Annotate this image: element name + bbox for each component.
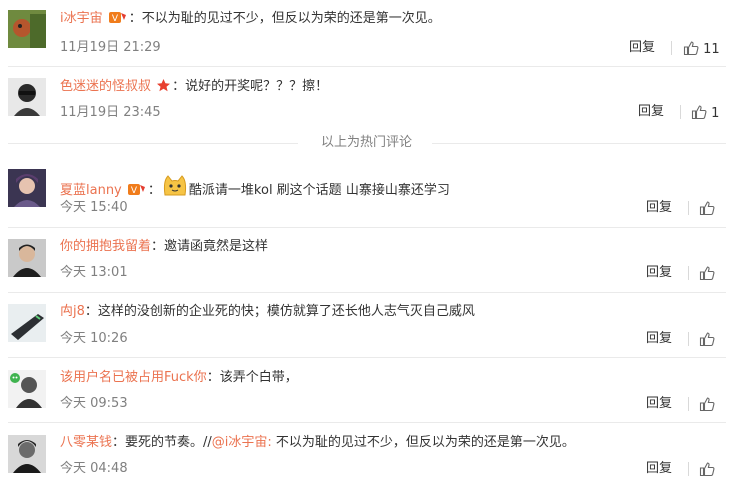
like-button[interactable]: 11	[683, 40, 720, 58]
reply-button[interactable]: 回复	[638, 104, 664, 120]
divider	[8, 357, 726, 358]
reply-button[interactable]: 回复	[646, 461, 672, 477]
mention-link[interactable]: @i冰宇宙:	[212, 435, 272, 450]
thumb-up-icon	[699, 332, 715, 347]
like-button[interactable]: 1	[691, 104, 719, 122]
username-link[interactable]: 夏蓝lanny	[60, 183, 122, 198]
comment-text: 该弄个白带，	[219, 370, 298, 385]
comment-text: 不以为耻的见过不少，但反以为荣的还是第一次见。	[141, 11, 441, 26]
vip-badge-icon: V	[108, 10, 128, 31]
reply-button[interactable]: 回复	[646, 396, 672, 412]
comment-time: 今天 04:48	[60, 461, 128, 476]
separator: ：	[128, 11, 142, 26]
comment-text: 邀请函竟然是这样	[164, 239, 269, 254]
avatar[interactable]	[8, 435, 46, 473]
comment-text: 这样的没创新的企业死的快；模仿就算了还长他人志气灭自己威风	[97, 304, 475, 319]
cat-emoji-icon	[162, 173, 188, 203]
avatar[interactable]	[8, 239, 46, 277]
like-button[interactable]	[699, 396, 715, 414]
reply-button[interactable]: 回复	[629, 40, 655, 56]
avatar[interactable]	[8, 78, 46, 116]
thumb-up-icon	[691, 105, 707, 120]
action-divider	[688, 397, 689, 411]
comment-text: 说好的开奖呢？？？擦！	[185, 79, 329, 94]
avatar[interactable]	[8, 304, 46, 342]
like-button[interactable]	[699, 200, 715, 218]
comment-time: 今天 15:40	[60, 200, 128, 215]
star-badge-icon	[156, 78, 171, 99]
avatar[interactable]	[8, 169, 46, 207]
comment-text: 要死的节奏。//	[125, 435, 212, 450]
like-count: 11	[703, 42, 720, 57]
comment-time: 今天 09:53	[60, 396, 128, 411]
comment-time: 今天 10:26	[60, 331, 128, 346]
username-link[interactable]: 禸j8	[60, 304, 85, 319]
thumb-up-icon	[699, 462, 715, 477]
separator: ：	[206, 370, 220, 385]
like-count: 1	[711, 106, 720, 121]
username-link[interactable]: 你的拥抱我留着	[60, 239, 151, 254]
username-link[interactable]: 该用户名已被占用Fuck你	[60, 370, 207, 385]
separator: ：	[84, 304, 98, 319]
reply-button[interactable]: 回复	[646, 200, 672, 216]
reply-button[interactable]: 回复	[646, 265, 672, 281]
thumb-up-icon	[699, 397, 715, 412]
separator: ：	[147, 183, 161, 198]
vip-badge-icon: V	[127, 182, 147, 203]
like-button[interactable]	[699, 461, 715, 479]
action-divider	[688, 332, 689, 346]
comment-time: 11月19日 21:29	[60, 40, 161, 55]
comment-text: 酷派请一堆kol 刷这个话题 山寨接山寨还学习	[188, 183, 450, 198]
like-button[interactable]	[699, 331, 715, 349]
divider	[8, 66, 726, 67]
comment-time: 今天 13:01	[60, 265, 128, 280]
quoted-text: 不以为耻的见过不少，但反以为荣的还是第一次见。	[271, 435, 575, 450]
action-divider	[680, 105, 681, 119]
svg-text:V: V	[131, 186, 138, 196]
divider	[8, 227, 726, 228]
thumb-up-icon	[683, 41, 699, 56]
divider	[432, 143, 726, 144]
action-divider	[671, 41, 672, 55]
separator: ：	[172, 79, 186, 94]
username-link[interactable]: 色迷迷的怪叔叔	[60, 79, 151, 94]
avatar[interactable]	[8, 10, 46, 48]
action-divider	[688, 266, 689, 280]
action-divider	[688, 201, 689, 215]
thumb-up-icon	[699, 201, 715, 216]
reply-button[interactable]: 回复	[646, 331, 672, 347]
action-divider	[688, 462, 689, 476]
comment-time: 11月19日 23:45	[60, 105, 161, 120]
thumb-up-icon	[699, 266, 715, 281]
separator: ：	[112, 435, 126, 450]
divider	[8, 292, 726, 293]
username-link[interactable]: 八零某钱	[60, 435, 112, 450]
separator: ：	[151, 239, 165, 254]
divider	[8, 422, 726, 423]
username-link[interactable]: i冰宇宙	[60, 11, 103, 26]
avatar[interactable]	[8, 370, 46, 408]
like-button[interactable]	[699, 265, 715, 283]
svg-text:V: V	[112, 14, 119, 24]
